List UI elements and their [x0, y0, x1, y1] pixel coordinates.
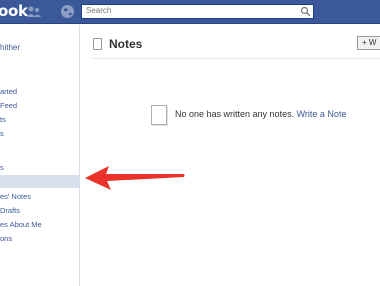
sidebar-item-photos[interactable]: s: [0, 129, 4, 138]
sidebar-item-my-notes-selected[interactable]: [0, 175, 80, 188]
left-sidebar: hither arted Feed ts s s es' Notes Draft…: [0, 25, 80, 286]
page-title: Notes: [109, 37, 143, 51]
write-a-note-button[interactable]: + W: [357, 36, 380, 50]
notes-main-panel: Notes + W No one has written any notes. …: [81, 25, 380, 286]
sidebar-item-my-drafts[interactable]: Drafts: [0, 206, 20, 215]
sidebar-item-notes-about-me[interactable]: es About Me: [0, 220, 42, 229]
notes-icon: [93, 38, 102, 50]
write-a-note-link[interactable]: Write a Note: [297, 109, 347, 119]
header-divider: [91, 58, 380, 59]
sidebar-item-events[interactable]: ts: [0, 115, 6, 124]
red-arrow-annotation: [85, 166, 185, 190]
search-icon[interactable]: [300, 6, 311, 17]
empty-message-text: No one has written any notes.: [175, 109, 295, 119]
search-placeholder: Search: [86, 6, 112, 15]
sidebar-item-notes[interactable]: s: [0, 163, 4, 172]
facebook-logo[interactable]: ook: [0, 2, 28, 20]
search-input[interactable]: Search: [81, 4, 314, 19]
empty-state-message: No one has written any notes. Write a No…: [175, 109, 346, 119]
profile-name-link[interactable]: hither: [0, 43, 20, 52]
top-bar: ook Search: [0, 0, 380, 24]
sidebar-item-news-feed[interactable]: Feed: [0, 101, 17, 110]
sidebar-item-subscriptions[interactable]: ons: [0, 234, 12, 243]
sidebar-item-friends-notes[interactable]: es' Notes: [0, 192, 31, 201]
notifications-globe-icon[interactable]: [60, 4, 75, 19]
blank-note-icon: [151, 105, 167, 125]
friend-requests-icon[interactable]: [26, 5, 42, 19]
sidebar-item-getting-started[interactable]: arted: [0, 87, 17, 96]
